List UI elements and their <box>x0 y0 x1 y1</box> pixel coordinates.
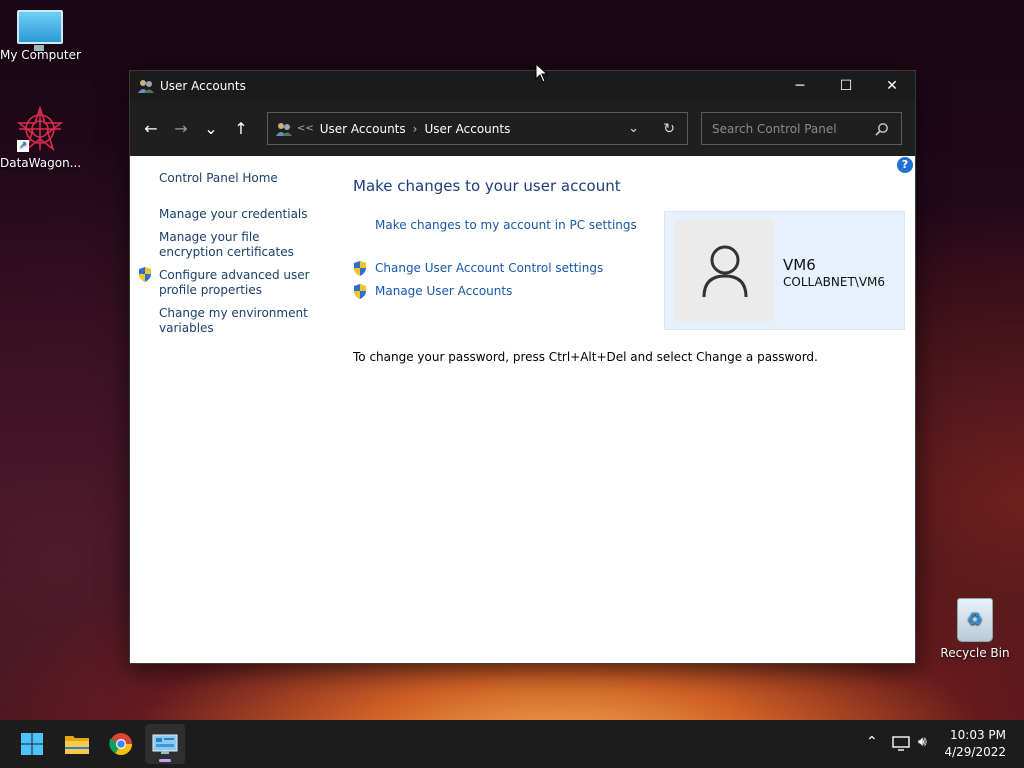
breadcrumb-separator-icon[interactable]: › <box>413 122 418 136</box>
control-panel-taskbar-button[interactable] <box>145 724 185 764</box>
uac-shield-icon <box>354 284 366 299</box>
maximize-icon: ☐ <box>839 78 853 94</box>
search-icon[interactable] <box>875 122 889 136</box>
up-button[interactable]: ↑ <box>226 114 256 144</box>
help-icon[interactable]: ? <box>897 157 913 173</box>
file-explorer-button[interactable] <box>57 724 97 764</box>
uac-shield-icon <box>354 261 366 276</box>
chrome-icon <box>109 733 132 755</box>
uac-settings-link[interactable]: Change User Account Control settings <box>375 261 603 275</box>
chevron-down-icon: ⌄ <box>204 119 218 138</box>
forward-button[interactable]: → <box>166 114 196 144</box>
password-note: To change your password, press Ctrl+Alt+… <box>353 350 818 364</box>
back-arrow-icon: ← <box>144 119 158 138</box>
clock-date: 4/29/2022 <box>944 745 1006 759</box>
volume-icon[interactable]: 🔊︎ <box>918 734 927 750</box>
title-bar[interactable]: User Accounts ─ ☐ ✕ <box>130 71 915 101</box>
close-icon: ✕ <box>886 78 898 94</box>
user-accounts-window: User Accounts ─ ☐ ✕ ← → ⌄ ↑ << User Acco… <box>129 70 916 664</box>
forward-arrow-icon: → <box>174 119 188 138</box>
window-title: User Accounts <box>160 79 246 93</box>
file-explorer-icon <box>65 736 89 754</box>
user-account-card: VM6 COLLABNET\VM6 <box>664 211 905 330</box>
search-box[interactable] <box>701 112 902 145</box>
environment-variables-link[interactable]: Change my environment variables <box>159 306 319 336</box>
datawagon-app-icon: ↗ <box>16 105 64 152</box>
control-panel-icon <box>152 734 178 754</box>
network-icon[interactable] <box>892 736 910 752</box>
up-arrow-icon: ↑ <box>234 119 248 138</box>
show-hidden-icons-chevron-icon[interactable]: ⌃ <box>866 734 878 750</box>
address-bar[interactable]: << User Accounts › User Accounts ⌄ ↻ <box>267 112 688 145</box>
navigation-bar: ← → ⌄ ↑ << User Accounts › User Accounts… <box>130 101 915 156</box>
avatar <box>675 220 774 321</box>
mouse-cursor-icon <box>535 63 549 83</box>
recycle-bin-icon: ♻ <box>957 598 993 642</box>
manage-user-accounts-link[interactable]: Manage User Accounts <box>375 284 512 298</box>
user-domain: COLLABNET\VM6 <box>783 275 886 289</box>
advanced-profile-properties-link[interactable]: Configure advanced user profile properti… <box>159 268 319 298</box>
desktop-icon-my-computer[interactable]: My Computer <box>0 10 81 62</box>
clock[interactable]: 10:03 PM 4/29/2022 <box>944 727 1006 761</box>
desktop-icon-recycle-bin[interactable]: ♻ Recycle Bin <box>935 598 1015 660</box>
start-button[interactable] <box>12 724 52 764</box>
active-app-indicator <box>159 759 171 762</box>
pc-settings-link[interactable]: Make changes to my account in PC setting… <box>375 218 637 232</box>
back-button[interactable]: ← <box>136 114 166 144</box>
page-title: Make changes to your user account <box>353 177 621 195</box>
search-input[interactable] <box>710 120 874 137</box>
maximize-button[interactable]: ☐ <box>823 71 869 101</box>
minimize-icon: ─ <box>795 78 805 94</box>
clock-time: 10:03 PM <box>950 728 1006 742</box>
computer-icon <box>17 10 63 51</box>
user-avatar-icon <box>702 245 747 297</box>
desktop-icon-label: Recycle Bin <box>940 646 1010 660</box>
recent-locations-button[interactable]: ⌄ <box>196 114 226 144</box>
user-name: VM6 <box>783 256 816 274</box>
chrome-button[interactable] <box>101 724 141 764</box>
user-accounts-icon <box>276 122 292 136</box>
refresh-icon[interactable]: ↻ <box>663 121 675 137</box>
breadcrumb-user-accounts[interactable]: User Accounts <box>320 122 406 136</box>
shortcut-arrow-icon: ↗ <box>17 140 29 152</box>
uac-shield-icon <box>139 267 151 282</box>
close-button[interactable]: ✕ <box>869 71 915 101</box>
manage-credentials-link[interactable]: Manage your credentials <box>159 207 319 222</box>
breadcrumb-overflow[interactable]: << <box>297 123 314 134</box>
taskbar: ⌃ 🔊︎ 10:03 PM 4/29/2022 <box>0 720 1024 768</box>
desktop-icon-datawagon[interactable]: ↗ DataWagon... <box>0 105 82 170</box>
start-icon <box>21 733 43 755</box>
file-encryption-link[interactable]: Manage your file encryption certificates <box>159 230 319 260</box>
minimize-button[interactable]: ─ <box>777 71 823 101</box>
desktop-icon-label: DataWagon... <box>0 156 82 170</box>
control-panel-home-link[interactable]: Control Panel Home <box>159 171 319 186</box>
user-accounts-icon <box>138 80 154 93</box>
breadcrumb-user-accounts-current[interactable]: User Accounts <box>424 122 510 136</box>
address-dropdown-icon[interactable]: ⌄ <box>628 121 639 136</box>
